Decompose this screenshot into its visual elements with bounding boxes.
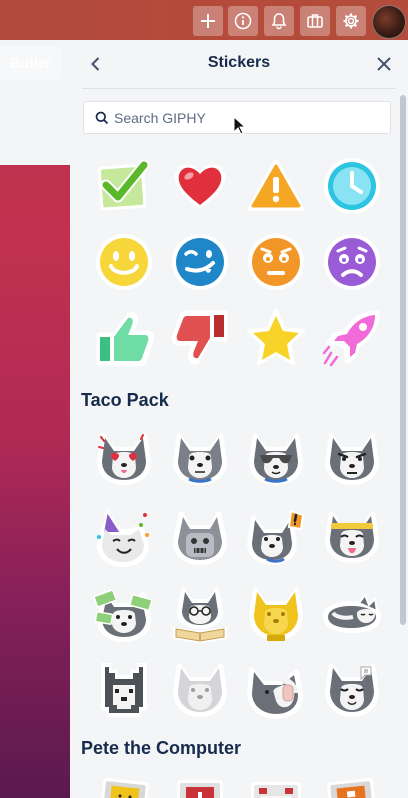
- clock-icon: [324, 158, 380, 214]
- taco-sticker[interactable]: [245, 507, 307, 569]
- info-icon: [234, 12, 252, 30]
- husky-cool-icon: [249, 433, 303, 485]
- husky-confused-icon: [173, 433, 227, 485]
- bell-icon: [271, 13, 287, 30]
- panel-title: Stickers: [207, 54, 271, 71]
- warning-icon: [247, 159, 305, 211]
- worried-icon: [324, 234, 380, 290]
- taco-sticker[interactable]: [93, 427, 155, 489]
- smile-icon: [96, 234, 152, 290]
- check-sticker[interactable]: [93, 155, 155, 217]
- butler-label: Butler: [10, 55, 51, 71]
- taco-sticker[interactable]: [321, 583, 383, 645]
- butler-button[interactable]: Butler: [0, 46, 61, 80]
- taco-sticker[interactable]: [321, 507, 383, 569]
- taco-sticker[interactable]: [321, 659, 383, 721]
- husky-sleeping-icon: [322, 592, 382, 634]
- power-ups-button[interactable]: [300, 6, 330, 36]
- avatar[interactable]: [372, 5, 406, 39]
- settings-button[interactable]: [336, 6, 366, 36]
- smile-sticker[interactable]: [93, 231, 155, 293]
- pete-sticker[interactable]: [245, 774, 307, 798]
- computer-icon: [327, 778, 377, 798]
- taco-sticker[interactable]: [93, 583, 155, 645]
- taco-sticker[interactable]: [93, 659, 155, 721]
- husky-proto-icon: [325, 663, 379, 717]
- warning-sticker[interactable]: [245, 155, 307, 217]
- header-divider: [82, 88, 396, 89]
- search-input[interactable]: [114, 102, 384, 133]
- husky-celebrate-icon: [97, 508, 149, 567]
- scrollbar[interactable]: [400, 95, 406, 625]
- frown-sticker[interactable]: [245, 231, 307, 293]
- star-icon: [247, 309, 305, 365]
- computer-icon: [251, 782, 301, 798]
- close-icon: [377, 57, 391, 71]
- thumbs-down-icon: [171, 310, 228, 364]
- computer-icon: [99, 778, 149, 798]
- husky-trophy-icon: [249, 587, 303, 641]
- husky-angry-icon: [325, 433, 379, 485]
- notifications-button[interactable]: [264, 6, 294, 36]
- husky-alert-icon: [247, 509, 305, 565]
- frown-icon: [248, 234, 304, 290]
- taco-sticker[interactable]: [169, 583, 231, 645]
- laugh-sticker[interactable]: [169, 231, 231, 293]
- husky-love-icon: [97, 433, 151, 485]
- worried-sticker[interactable]: [321, 231, 383, 293]
- thumbs-up-icon: [96, 312, 155, 367]
- section-title-taco-pack: Taco Pack: [81, 390, 169, 410]
- husky-active-icon: [325, 511, 379, 563]
- husky-pixelated-icon: [101, 663, 147, 717]
- taco-sticker[interactable]: [321, 427, 383, 489]
- add-button[interactable]: [193, 6, 223, 36]
- thumbs-up-sticker[interactable]: [93, 307, 155, 369]
- info-button[interactable]: [228, 6, 258, 36]
- husky-reading-icon: [173, 587, 227, 643]
- husky-embarrassed-icon: [247, 667, 303, 719]
- husky-robot-icon: [173, 511, 227, 565]
- check-icon: [97, 159, 150, 211]
- pete-sticker[interactable]: [169, 774, 231, 798]
- taco-sticker[interactable]: [169, 507, 231, 569]
- thumbs-down-sticker[interactable]: [169, 307, 231, 369]
- close-button[interactable]: [374, 54, 394, 74]
- panel-header: Stickers: [70, 40, 408, 88]
- pete-sticker[interactable]: [321, 774, 383, 798]
- taco-sticker[interactable]: [169, 659, 231, 721]
- taco-sticker[interactable]: [169, 427, 231, 489]
- rocket-sticker[interactable]: [321, 307, 383, 369]
- taco-sticker[interactable]: [245, 659, 307, 721]
- briefcase-icon: [307, 14, 323, 28]
- add-icon: [201, 14, 215, 28]
- taco-sticker[interactable]: [245, 583, 307, 645]
- taco-sticker[interactable]: [245, 427, 307, 489]
- computer-icon: [177, 780, 223, 798]
- search-icon: [95, 111, 109, 125]
- star-sticker[interactable]: [245, 307, 307, 369]
- heart-icon: [174, 164, 226, 209]
- taco-sticker[interactable]: [93, 507, 155, 569]
- rocket-icon: [322, 310, 380, 367]
- clock-sticker[interactable]: [321, 155, 383, 217]
- stickers-panel: Stickers Search GIPHY Taco Pack Pete the…: [70, 40, 408, 798]
- section-title-pete-the-computer: Pete the Computer: [81, 738, 242, 758]
- heart-sticker[interactable]: [169, 155, 231, 217]
- pete-sticker[interactable]: [93, 774, 155, 798]
- husky-money-icon: [93, 589, 153, 642]
- mouse-cursor-icon: [233, 116, 247, 135]
- laugh-icon: [172, 234, 228, 290]
- husky-ghost-icon: [173, 663, 227, 717]
- gear-icon: [343, 13, 359, 29]
